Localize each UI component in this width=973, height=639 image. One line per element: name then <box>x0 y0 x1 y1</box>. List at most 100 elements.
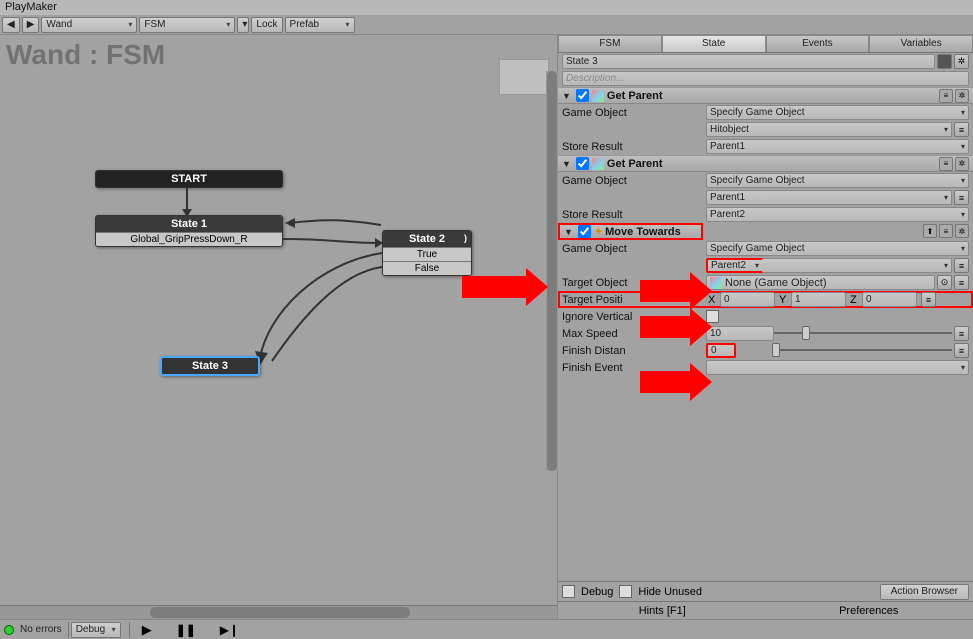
label-game-object: Game Object <box>562 175 706 187</box>
section-gear-icon[interactable]: ✲ <box>955 157 969 171</box>
go-value-dropdown[interactable]: Parent2 <box>706 258 764 273</box>
finish-distance-slider[interactable] <box>772 343 952 358</box>
section-gear-icon[interactable]: ✲ <box>955 89 969 103</box>
pos-x-field[interactable]: 0 <box>720 292 775 307</box>
disclosure-icon[interactable]: ▼ <box>562 159 571 169</box>
target-object-field[interactable]: None (Game Object) <box>706 275 935 290</box>
pos-z-field[interactable]: 0 <box>862 292 917 307</box>
lock-button[interactable]: Lock <box>251 17 282 33</box>
state2-true: True <box>383 247 471 261</box>
window-title: PlayMaker <box>0 0 973 15</box>
edge-s2-s3 <box>258 253 388 373</box>
state2-title: State 2 <box>383 231 471 247</box>
top-toolbar: ◀ ▶ Wand FSM ▾ Lock Prefab <box>0 15 973 35</box>
annotation-arrow-3 <box>640 316 692 338</box>
annotation-arrow-1 <box>462 276 528 298</box>
finish-event-dropdown[interactable] <box>706 360 969 375</box>
pause-icon[interactable]: ❚❚ <box>176 623 196 637</box>
minimap[interactable] <box>499 59 549 95</box>
action-enable-checkbox[interactable] <box>576 157 589 170</box>
step-icon[interactable]: ▶❙ <box>220 623 239 637</box>
action-browser-button[interactable]: Action Browser <box>880 584 969 600</box>
label-store-result: Store Result <box>562 209 706 221</box>
graph-canvas[interactable]: Wand : FSM START State 1 Global_GripPres… <box>0 35 558 619</box>
graph-title: Wand : FSM <box>6 39 165 71</box>
label-hide-unused: Hide Unused <box>638 586 702 598</box>
go-mode-dropdown[interactable]: Specify Game Object <box>706 241 969 256</box>
dd-pick-icon[interactable]: ▾ <box>237 17 249 33</box>
pos-y-field[interactable]: 1 <box>791 292 846 307</box>
options-icon[interactable]: ≡ <box>954 326 969 341</box>
state2-node[interactable]: State 2 True False <box>382 230 472 276</box>
state-gear-icon[interactable]: ✲ <box>954 54 969 69</box>
tab-events[interactable]: Events <box>766 35 870 52</box>
action-enable-checkbox[interactable] <box>576 89 589 102</box>
nav-fwd-icon[interactable]: ▶ <box>22 17 40 33</box>
edge-start-state1 <box>185 187 205 217</box>
inspector: FSM State Events Variables State 3 ✲ Des… <box>558 35 973 619</box>
prefab-dropdown[interactable]: Prefab <box>285 17 355 33</box>
state-color-button[interactable] <box>937 54 952 69</box>
errors-status[interactable]: No errors <box>16 622 66 638</box>
options-icon[interactable]: ≡ <box>954 122 969 137</box>
go-mode-dropdown[interactable]: Specify Game Object <box>706 105 969 120</box>
inspector-footer: Debug Hide Unused Action Browser <box>558 581 973 601</box>
status-ok-icon <box>4 625 14 635</box>
graph-hscroll[interactable] <box>0 605 557 619</box>
section-get-parent-2[interactable]: ▼ Get Parent ≡✲ <box>558 155 973 172</box>
inspector-tabs: FSM State Events Variables <box>558 35 973 53</box>
section-menu-icon[interactable]: ≡ <box>939 224 953 238</box>
store-result-dropdown[interactable]: Parent2 <box>706 207 969 222</box>
options-icon[interactable]: ≡ <box>921 292 936 307</box>
section-head-tail: ⬆≡✲ <box>558 223 973 240</box>
label-game-object: Game Object <box>562 107 706 119</box>
state3-node[interactable]: State 3 <box>160 356 260 376</box>
section-menu-icon[interactable]: ≡ <box>939 157 953 171</box>
section-get-parent-1[interactable]: ▼ Get Parent ≡✲ <box>558 87 973 104</box>
go-value-dropdown[interactable]: Hitobject <box>706 122 952 137</box>
cube-icon <box>592 90 604 102</box>
go-value-dropdown[interactable]: Parent1 <box>706 190 952 205</box>
options-icon[interactable]: ≡ <box>954 275 969 290</box>
state3-title: State 3 <box>162 358 258 374</box>
state1-event: Global_GripPressDown_R <box>96 232 282 246</box>
go-mode-dropdown[interactable]: Specify Game Object <box>706 173 969 188</box>
label-finish-distance: Finish Distan <box>562 345 706 357</box>
max-speed-slider[interactable] <box>774 326 952 341</box>
object-picker-icon[interactable]: ⊙ <box>937 275 952 290</box>
section-title: Get Parent <box>607 158 663 170</box>
label-game-object: Game Object <box>562 243 706 255</box>
hide-unused-checkbox[interactable] <box>619 585 632 598</box>
nav-back-icon[interactable]: ◀ <box>2 17 20 33</box>
annotation-arrow-2 <box>640 280 692 302</box>
state2-false: False <box>383 261 471 275</box>
section-gear-icon[interactable]: ✲ <box>955 224 969 238</box>
disclosure-icon[interactable]: ▼ <box>562 91 571 101</box>
label-y: Y <box>779 294 791 306</box>
tab-variables[interactable]: Variables <box>869 35 973 52</box>
object-dropdown[interactable]: Wand <box>41 17 137 33</box>
state-name-field[interactable]: State 3 <box>562 54 935 69</box>
max-speed-field[interactable]: 10 <box>706 326 774 341</box>
options-icon[interactable]: ≡ <box>954 343 969 358</box>
annotation-arrow-4 <box>640 371 692 393</box>
description-field[interactable]: Description... <box>562 71 969 86</box>
state1-node[interactable]: State 1 Global_GripPressDown_R <box>95 215 283 247</box>
state1-title: State 1 <box>96 216 282 232</box>
store-result-dropdown[interactable]: Parent1 <box>706 139 969 154</box>
hints-link[interactable]: Hints [F1] <box>562 605 763 617</box>
options-icon[interactable]: ≡ <box>954 258 969 273</box>
tab-fsm[interactable]: FSM <box>558 35 662 52</box>
tab-state[interactable]: State <box>662 35 766 52</box>
start-node[interactable]: START <box>95 170 283 188</box>
label-debug: Debug <box>581 586 613 598</box>
axis-picker-icon[interactable]: ⬆ <box>923 224 937 238</box>
play-icon[interactable]: ▶ <box>142 622 152 638</box>
section-menu-icon[interactable]: ≡ <box>939 89 953 103</box>
debug-dropdown[interactable]: Debug <box>71 622 121 638</box>
fsm-dropdown[interactable]: FSM <box>139 17 235 33</box>
options-icon[interactable]: ≡ <box>954 190 969 205</box>
label-z: Z <box>850 294 862 306</box>
preferences-link[interactable]: Preferences <box>769 605 970 617</box>
debug-checkbox[interactable] <box>562 585 575 598</box>
